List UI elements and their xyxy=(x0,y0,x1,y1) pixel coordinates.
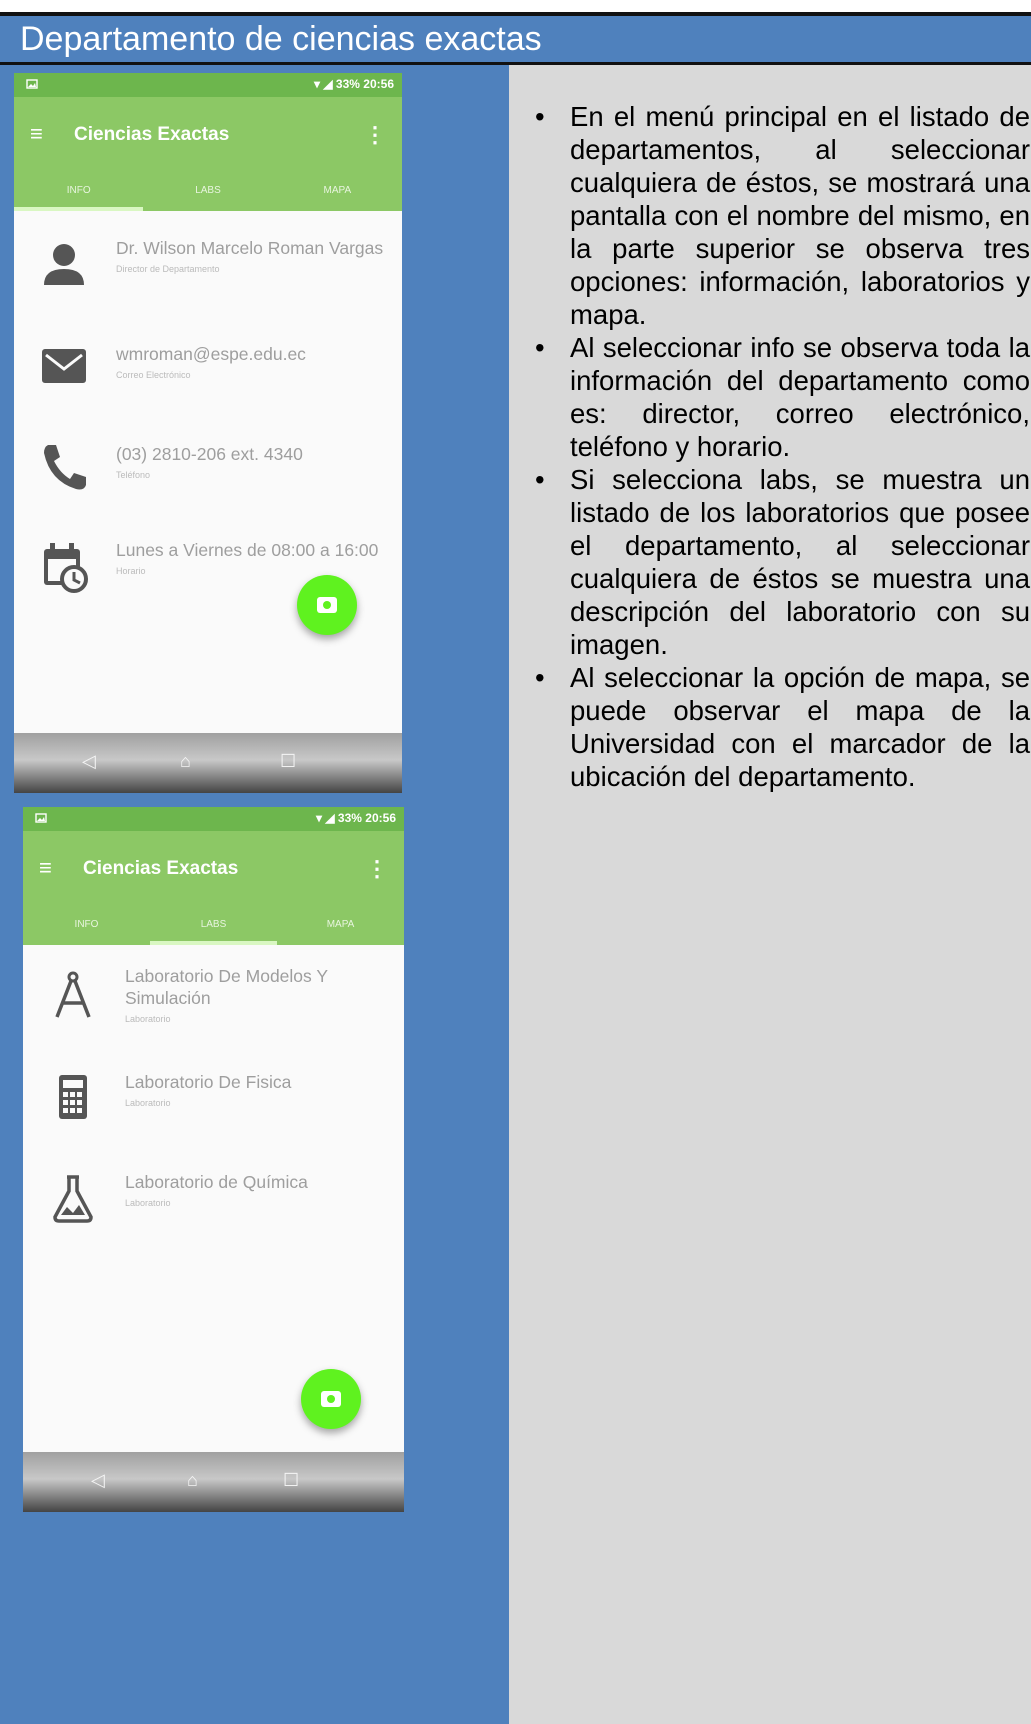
status-time: 20:56 xyxy=(365,811,396,825)
tab-mapa[interactable]: MAPA xyxy=(273,169,402,211)
list-item-lab-quimica[interactable]: Laboratorio de Química Laboratorio xyxy=(23,1167,404,1227)
app-title: Ciencias Exactas xyxy=(83,858,239,879)
camera-icon xyxy=(321,1391,341,1407)
tab-info[interactable]: INFO xyxy=(14,169,144,211)
list-item-lab-modelos[interactable]: Laboratorio De Modelos Y Simulación Labor… xyxy=(23,965,404,1045)
list-item-director[interactable]: Dr. Wilson Marcelo Roman Vargas Director … xyxy=(14,237,402,317)
status-icons: ▾ ◢ 33% 20:56 xyxy=(314,77,394,91)
lab-caption: Laboratorio xyxy=(125,1014,171,1024)
overflow-menu-icon[interactable]: ⋮ xyxy=(366,856,388,882)
status-time: 20:56 xyxy=(363,77,394,91)
lab-name: Laboratorio de Química xyxy=(125,1172,308,1192)
tab-bar: INFO LABS MAPA xyxy=(23,903,404,945)
bullet-item: Al seleccionar info se observa toda la i… xyxy=(535,331,1030,463)
camera-fab-button[interactable] xyxy=(301,1369,361,1429)
hamburger-menu-icon[interactable]: ≡ xyxy=(39,855,52,881)
section-header: Departamento de ciencias exactas xyxy=(0,16,1031,62)
tab-mapa[interactable]: MAPA xyxy=(277,903,404,945)
email-caption: Correo Electrónico xyxy=(116,370,191,380)
camera-fab-button[interactable] xyxy=(297,575,357,635)
lab-caption: Laboratorio xyxy=(125,1098,171,1108)
lab-name: Laboratorio De Modelos Y Simulación xyxy=(125,966,328,1008)
document-page: Departamento de ciencias exactas ▾ ◢ 33%… xyxy=(0,0,1031,1724)
status-bar: ▾ ◢ 33% 20:56 xyxy=(14,73,402,97)
battery-level: 33% xyxy=(337,811,362,825)
overflow-menu-icon[interactable]: ⋮ xyxy=(364,122,386,148)
tab-bar: INFO LABS MAPA xyxy=(14,169,402,211)
hamburger-menu-icon[interactable]: ≡ xyxy=(30,121,43,147)
schedule-caption: Horario xyxy=(116,566,146,576)
tab-labs[interactable]: LABS xyxy=(150,903,277,945)
android-nav-bar: ◁ ⌂ ☐ xyxy=(14,733,402,793)
bullet-item: Al seleccionar la opción de mapa, se pue… xyxy=(535,661,1030,793)
tab-info[interactable]: INFO xyxy=(23,903,150,945)
battery-level: 33% xyxy=(335,77,360,91)
lab-caption: Laboratorio xyxy=(125,1198,171,1208)
status-icons: ▾ ◢ 33% 20:56 xyxy=(316,811,396,825)
description-list: En el menú principal en el listado de de… xyxy=(535,100,1030,793)
recents-icon[interactable]: ☐ xyxy=(283,1470,299,1491)
app-title: Ciencias Exactas xyxy=(74,124,230,145)
phone-screenshot-labs: ▾ ◢ 33% 20:56 ≡ Ciencias Exactas ⋮ INFO … xyxy=(23,807,404,1512)
email-address: wmroman@espe.edu.ec xyxy=(116,344,306,364)
director-name: Dr. Wilson Marcelo Roman Vargas xyxy=(116,238,384,258)
image-notification-icon xyxy=(35,813,47,823)
list-item-lab-fisica[interactable]: Laboratorio De Fisica Laboratorio xyxy=(23,1067,404,1127)
phone-caption: Teléfono xyxy=(116,470,151,480)
calendar-clock-icon xyxy=(44,543,88,593)
phone-number: (03) 2810-206 ext. 4340 xyxy=(116,444,303,464)
bullet-item: Si selecciona labs, se muestra un listad… xyxy=(535,463,1030,661)
image-notification-icon xyxy=(26,79,38,89)
app-toolbar: ≡ Ciencias Exactas ⋮ INFO LABS MAPA xyxy=(23,831,404,945)
back-icon[interactable]: ◁ xyxy=(91,1470,105,1491)
phone-icon xyxy=(44,445,86,490)
lab-name: Laboratorio De Fisica xyxy=(125,1072,292,1092)
camera-icon xyxy=(317,597,337,613)
bullet-item: En el menú principal en el listado de de… xyxy=(535,100,1030,331)
list-item-phone[interactable]: (03) 2810-206 ext. 4340 Teléfono xyxy=(14,439,402,499)
director-caption: Director de Departamento xyxy=(116,264,220,274)
android-nav-bar: ◁ ⌂ ☐ xyxy=(23,1452,404,1512)
home-icon[interactable]: ⌂ xyxy=(187,1470,198,1491)
schedule-hours: Lunes a Viernes de 08:00 a 16:00 xyxy=(116,540,379,560)
status-bar: ▾ ◢ 33% 20:56 xyxy=(23,807,404,831)
labs-list: Laboratorio De Modelos Y Simulación Labor… xyxy=(23,945,404,1295)
back-icon[interactable]: ◁ xyxy=(82,751,96,772)
calculator-icon xyxy=(59,1075,87,1119)
tab-labs[interactable]: LABS xyxy=(143,169,272,211)
recents-icon[interactable]: ☐ xyxy=(280,751,296,772)
info-list: Dr. Wilson Marcelo Roman Vargas Director … xyxy=(14,211,402,733)
phone-screenshot-info: ▾ ◢ 33% 20:56 ≡ Ciencias Exactas ⋮ INFO … xyxy=(14,73,402,793)
home-icon[interactable]: ⌂ xyxy=(180,751,191,772)
mail-icon xyxy=(42,349,86,383)
app-toolbar: ≡ Ciencias Exactas ⋮ INFO LABS MAPA xyxy=(14,97,402,211)
compass-icon xyxy=(55,971,91,1018)
person-icon xyxy=(44,244,84,285)
list-item-email[interactable]: wmroman@espe.edu.ec Correo Electrónico xyxy=(14,339,402,399)
flask-icon xyxy=(53,1175,93,1223)
